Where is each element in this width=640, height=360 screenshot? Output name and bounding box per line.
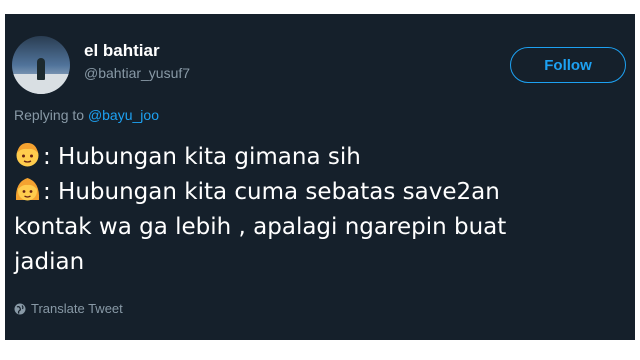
tweet-line-text: : Hubungan kita cuma sebatas save2an [43,179,500,205]
tweet-line-text: jadian [14,249,85,275]
replying-to: Replying to @bayu_joo [14,107,159,123]
author-display-name[interactable]: el bahtiar [84,41,160,61]
tweet-line-text: kontak wa ga lebih , apalagi ngarepin bu… [14,214,507,240]
tweet-text: : Hubungan kita gimana sih : Hubungan ki… [14,140,630,280]
tweet-line: jadian [14,245,630,280]
replying-to-label: Replying to [14,107,85,123]
author-handle[interactable]: @bahtiar_yusuf7 [84,65,190,81]
follow-button[interactable]: Follow [510,47,626,83]
avatar[interactable] [12,36,70,94]
tweet-line: kontak wa ga lebih , apalagi ngarepin bu… [14,210,630,245]
reply-mention-link[interactable]: @bayu_joo [88,107,159,123]
tweet-line-text: : Hubungan kita gimana sih [43,144,361,170]
avatar-figure [37,58,45,80]
tweet-line: : Hubungan kita cuma sebatas save2an [14,175,630,210]
translate-label: Translate Tweet [31,301,123,316]
boy-emoji-icon [14,141,41,168]
translate-tweet-link[interactable]: Translate Tweet [14,301,123,316]
girl-emoji-icon [14,176,41,203]
globe-icon [14,303,26,315]
tweet-line: : Hubungan kita gimana sih [14,140,630,175]
tweet-card: el bahtiar @bahtiar_yusuf7 Follow Replyi… [5,14,635,340]
